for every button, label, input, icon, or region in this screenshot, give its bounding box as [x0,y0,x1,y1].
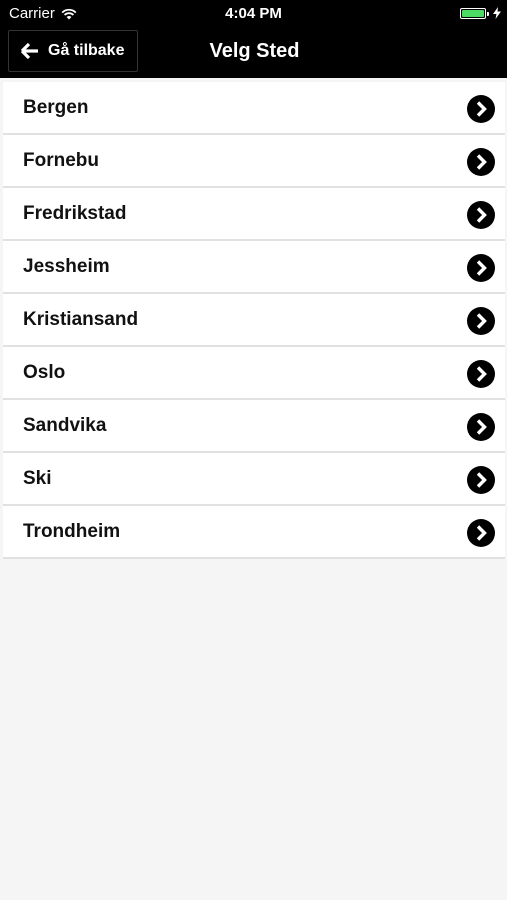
location-label: Trondheim [23,521,121,542]
location-label: Fredrikstad [23,203,127,224]
location-list: Bergen Fornebu Fredrikstad Jessheim Kris… [3,82,505,559]
chevron-right-circle-icon [467,148,495,176]
location-label: Jessheim [23,256,110,277]
chevron-right-circle-icon [467,519,495,547]
battery-indicator [460,7,501,19]
list-item[interactable]: Kristiansand [3,294,505,347]
list-item[interactable]: Ski [3,453,505,506]
location-label: Kristiansand [23,309,139,330]
chevron-right-circle-icon [467,201,495,229]
list-item[interactable]: Trondheim [3,506,505,559]
chevron-right-circle-icon [467,254,495,282]
chevron-right-circle-icon [467,95,495,123]
chevron-right-circle-icon [467,360,495,388]
status-bar: Carrier 4:04 PM [0,0,507,28]
battery-icon [460,7,489,19]
list-item[interactable]: Fornebu [3,135,505,188]
charging-bolt-icon [493,7,501,19]
location-label: Bergen [23,97,89,118]
chevron-right-circle-icon [467,413,495,441]
list-item[interactable]: Sandvika [3,400,505,453]
status-time: 4:04 PM [225,5,282,22]
navigation-bar: Gå tilbake Velg Sted [0,28,507,78]
page-title: Velg Sted [209,40,300,62]
location-label: Fornebu [23,150,99,171]
list-item[interactable]: Jessheim [3,241,505,294]
list-item[interactable]: Bergen [3,82,505,135]
location-label: Sandvika [23,415,107,436]
list-item[interactable]: Fredrikstad [3,188,505,241]
list-item[interactable]: Oslo [3,347,505,400]
chevron-right-circle-icon [467,307,495,335]
location-label: Oslo [23,362,66,383]
battery-fill [462,9,484,17]
location-label: Ski [23,468,52,489]
chevron-right-circle-icon [467,466,495,494]
